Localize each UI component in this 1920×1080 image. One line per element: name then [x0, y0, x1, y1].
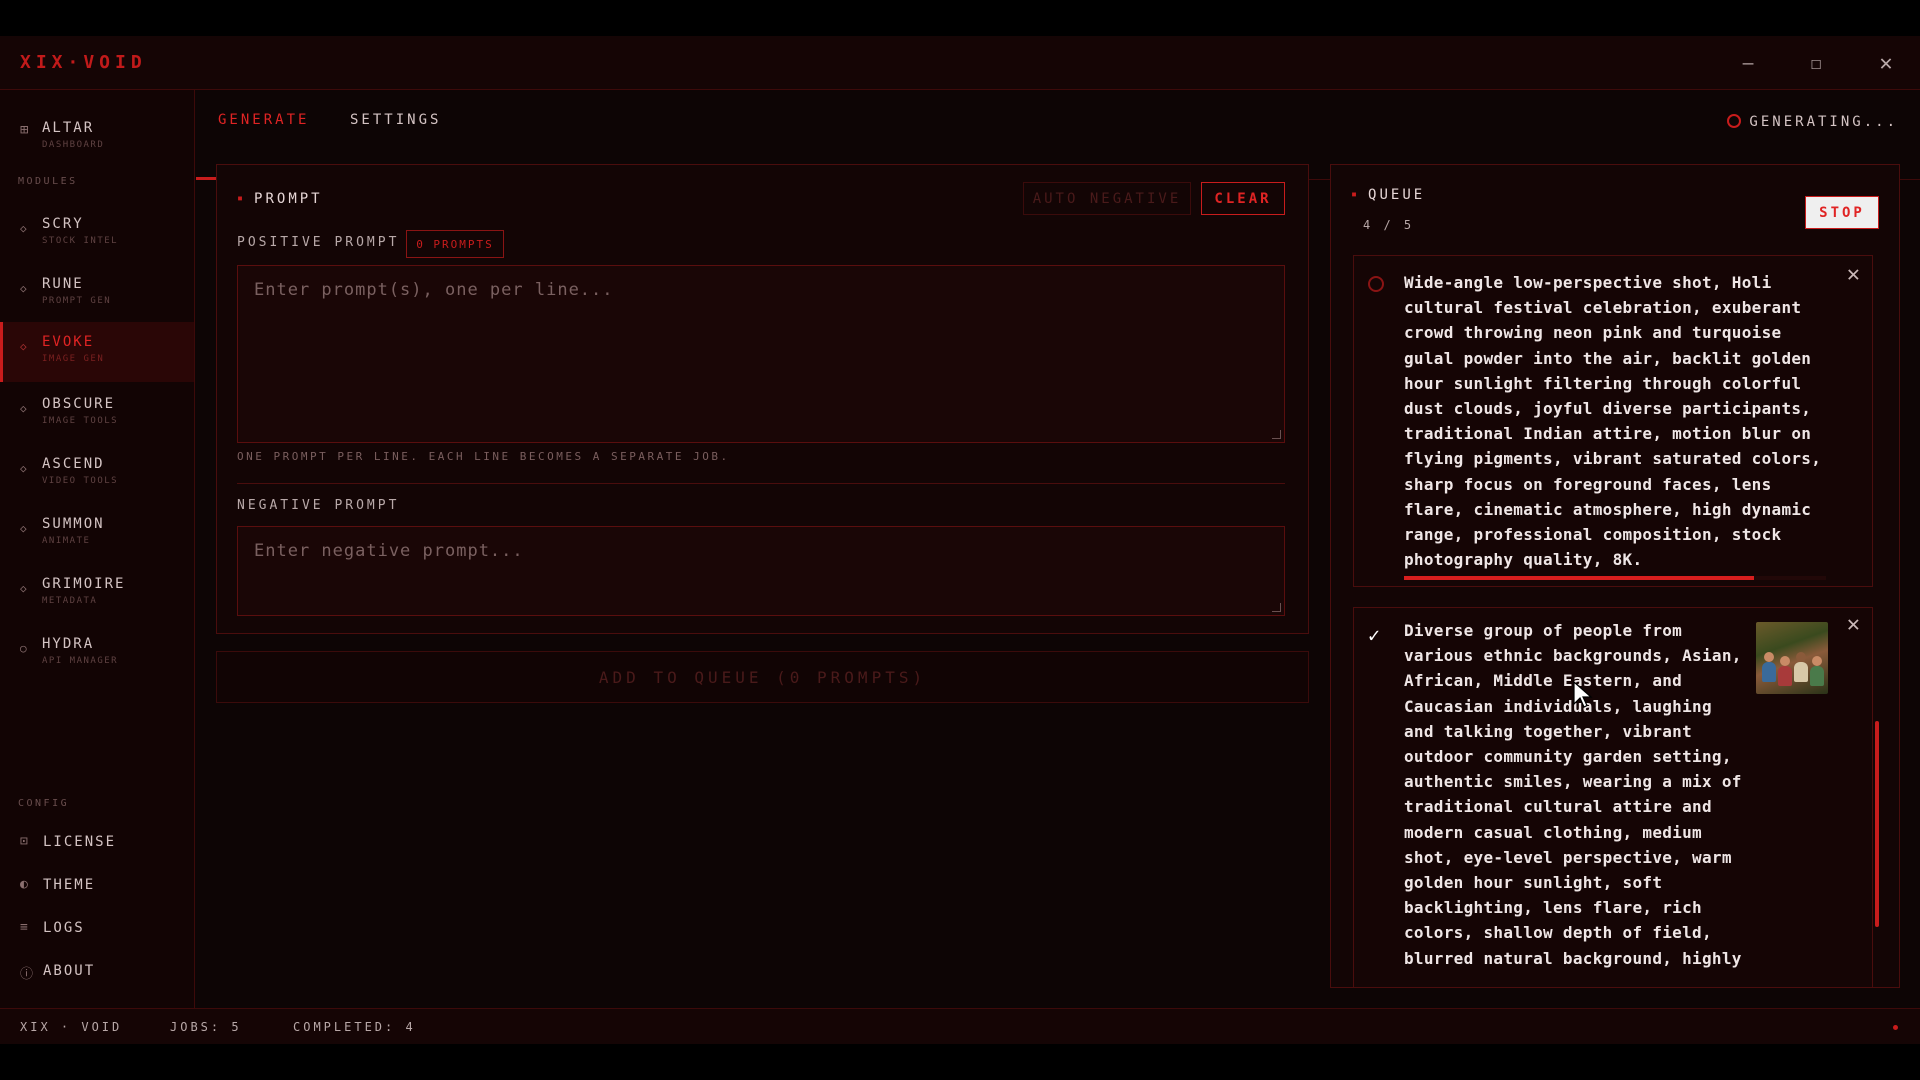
prompt-panel-title: ▪ PROMPT [237, 191, 323, 207]
bullet-icon: ▪ [1351, 189, 1361, 200]
info-icon: ⓘ [20, 967, 34, 982]
job-prompt-text: Diverse group of people from various eth… [1404, 621, 1742, 968]
diamond-icon: ◇ [20, 282, 27, 295]
section-divider [237, 483, 1285, 484]
logs-icon: ≡ [20, 920, 28, 935]
add-to-queue-button[interactable]: ADD TO QUEUE (0 PROMPTS) [216, 651, 1309, 703]
license-icon: ⊡ [20, 834, 28, 849]
queue-title: ▪ QUEUE [1351, 187, 1426, 203]
positive-prompt-label: POSITIVE PROMPT [237, 235, 400, 250]
sidebar-item-ascend[interactable]: ◇ ASCEND VIDEO TOOLS [0, 446, 194, 502]
negative-prompt-input[interactable]: Enter negative prompt... [237, 526, 1285, 616]
job-result-thumbnail[interactable] [1756, 622, 1828, 694]
sidebar-item-logs[interactable]: ≡ LOGS [20, 918, 180, 940]
sidebar-item-scry[interactable]: ◇ SCRY STOCK INTEL [0, 206, 194, 262]
sidebar-item-theme[interactable]: ◐ THEME [20, 875, 180, 897]
sidebar-item-summon[interactable]: ◇ SUMMON ANIMATE [0, 506, 194, 562]
theme-icon: ◐ [20, 877, 28, 892]
auto-negative-button[interactable]: AUTO NEGATIVE [1023, 182, 1191, 215]
job-prompt-text: Wide-angle low-perspective shot, Holi cu… [1404, 273, 1822, 570]
sidebar-item-about[interactable]: ⓘ ABOUT [20, 961, 180, 983]
remove-job-icon[interactable]: ✕ [1847, 612, 1860, 637]
mouse-cursor-icon [1573, 680, 1593, 708]
job-status-completed: ✓ [1368, 623, 1386, 647]
positive-prompt-input[interactable]: Enter prompt(s), one per line... [237, 265, 1285, 443]
diamond-icon: ◇ [20, 522, 27, 535]
sidebar-item-rune[interactable]: ◇ RUNE PROMPT GEN [0, 266, 194, 322]
close-icon[interactable]: ✕ [1866, 46, 1906, 80]
check-icon: ✓ [1368, 623, 1381, 647]
circle-icon: ○ [20, 642, 27, 655]
modules-heading: MODULES [18, 176, 78, 187]
minimize-icon[interactable]: — [1728, 46, 1768, 80]
maximize-icon[interactable]: ☐ [1796, 46, 1836, 80]
queue-job-completed[interactable]: ✓ Diverse group of people from various e… [1353, 607, 1873, 987]
statusbar-app: XIX · VOID [20, 1020, 123, 1034]
queue-job-running[interactable]: Wide-angle low-perspective shot, Holi cu… [1353, 255, 1873, 587]
job-progress-fill [1404, 576, 1755, 580]
diamond-icon: ◇ [20, 462, 27, 475]
status-dot-icon [1893, 1025, 1898, 1030]
sidebar-item-evoke[interactable]: ◇ EVOKE IMAGE GEN [0, 322, 194, 382]
status-ring-icon [1727, 114, 1742, 128]
bullet-icon: ▪ [237, 193, 247, 204]
sidebar: ⊞ ALTAR DASHBOARD MODULES ◇ SCRY STOCK I… [0, 90, 195, 1008]
diamond-icon: ◇ [20, 582, 27, 595]
queue-panel: ▪ QUEUE 4 / 5 STOP Wide-angle low-perspec… [1330, 164, 1900, 988]
stop-button[interactable]: STOP [1805, 196, 1879, 229]
generation-status: GENERATING... [1727, 114, 1898, 130]
remove-job-icon[interactable]: ✕ [1847, 262, 1860, 287]
prompt-count-badge: 0 PROMPTS [406, 230, 504, 258]
job-progress-bar [1404, 576, 1826, 580]
status-bar: XIX · VOID JOBS: 5 COMPLETED: 4 [0, 1008, 1920, 1044]
queue-count: 4 / 5 [1363, 218, 1415, 232]
prompt-panel: ▪ PROMPT AUTO NEGATIVE CLEAR POSITIVE PRO… [216, 164, 1309, 634]
tab-settings[interactable]: SETTINGS [350, 112, 441, 152]
prompt-hint: ONE PROMPT PER LINE. EACH LINE BECOMES A… [237, 450, 730, 463]
job-status-pending [1368, 276, 1386, 294]
title-bar: XIX·VOID — ☐ ✕ [0, 36, 1920, 90]
app-brand: XIX·VOID [20, 52, 147, 73]
sidebar-item-license[interactable]: ⊡ LICENSE [20, 832, 180, 854]
statusbar-jobs: JOBS: 5 [170, 1020, 242, 1034]
resize-handle-icon[interactable] [1272, 603, 1281, 612]
queue-scrollbar[interactable] [1875, 721, 1879, 927]
statusbar-completed: COMPLETED: 4 [293, 1020, 416, 1034]
sidebar-item-obscure[interactable]: ◇ OBSCURE IMAGE TOOLS [0, 386, 194, 442]
diamond-icon: ◇ [20, 402, 27, 415]
tab-generate[interactable]: GENERATE [218, 112, 309, 152]
sidebar-item-hydra[interactable]: ○ HYDRA API MANAGER [0, 626, 194, 682]
diamond-icon: ◇ [20, 340, 27, 353]
ring-icon [1368, 276, 1384, 292]
resize-handle-icon[interactable] [1272, 430, 1281, 439]
app-window: XIX·VOID — ☐ ✕ ⊞ ALTAR DASHBOARD MODULES… [0, 36, 1920, 1044]
diamond-icon: ◇ [20, 222, 27, 235]
clear-button[interactable]: CLEAR [1201, 182, 1285, 215]
sidebar-item-grimoire[interactable]: ◇ GRIMOIRE METADATA [0, 566, 194, 622]
grid-icon: ⊞ [20, 122, 29, 138]
config-heading: CONFIG [18, 798, 70, 809]
negative-prompt-label: NEGATIVE PROMPT [237, 498, 400, 513]
sidebar-item-altar[interactable]: ⊞ ALTAR DASHBOARD [0, 110, 194, 166]
